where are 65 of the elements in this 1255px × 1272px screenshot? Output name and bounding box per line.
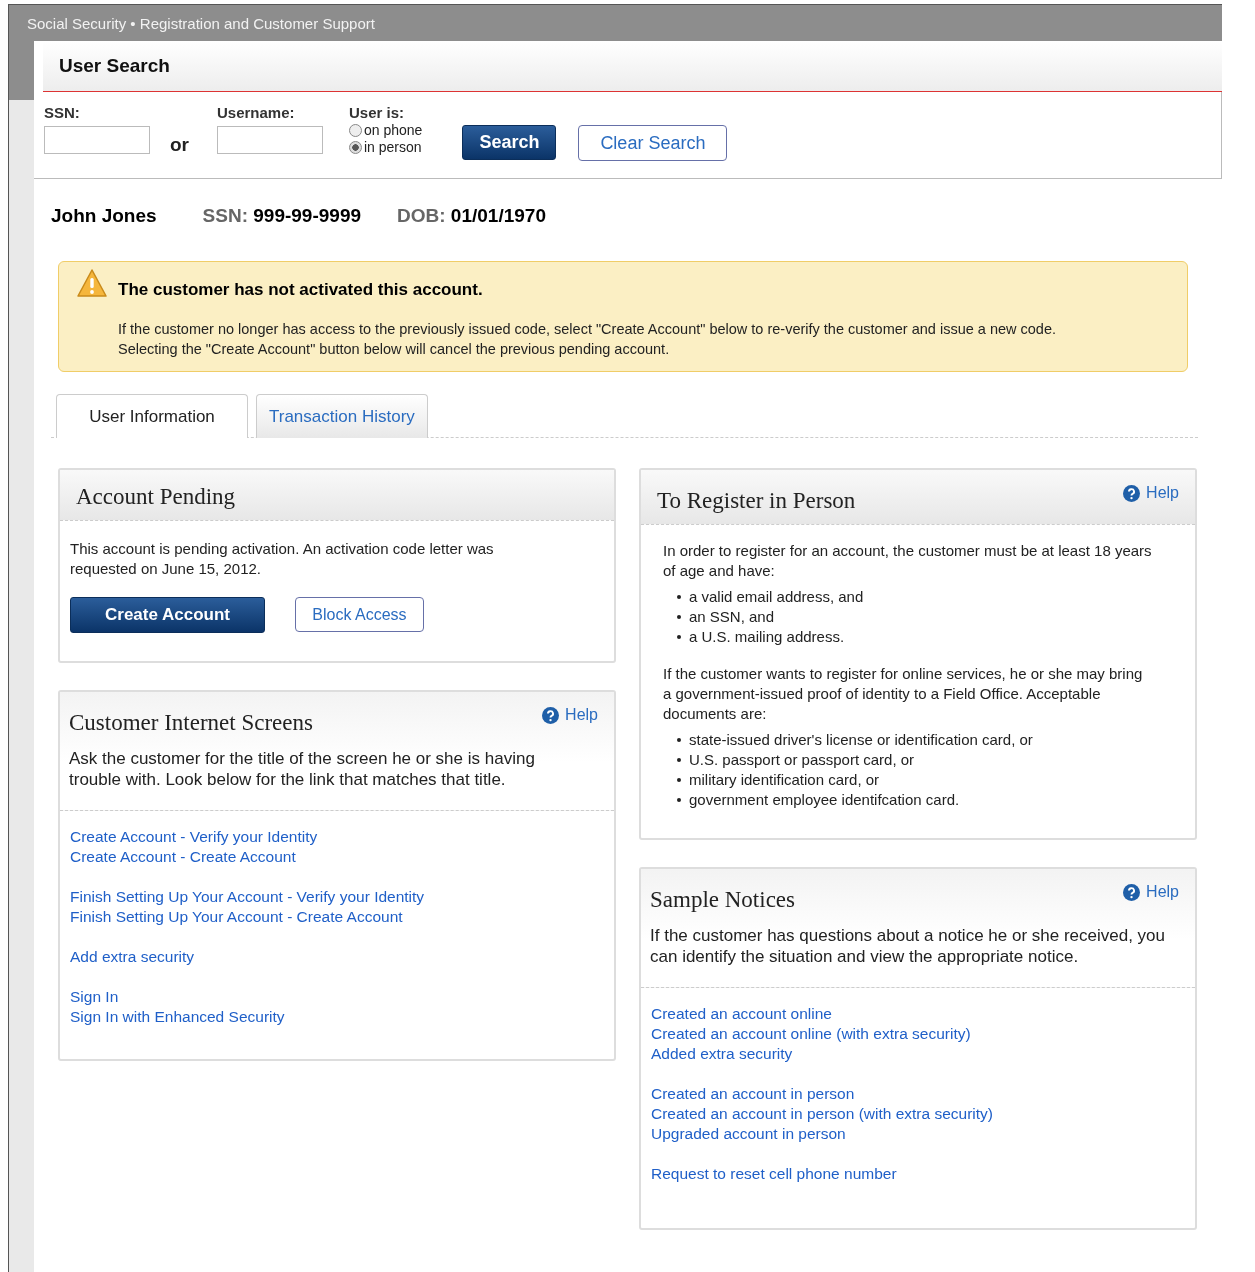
card-text: If the customer has questions about a notice he or she received, you can identify the situation and view the appropriate notice. bbox=[650, 925, 1167, 967]
notice-link[interactable]: Created an account in person (with extra security) bbox=[651, 1104, 994, 1124]
alert-title: The customer has not activated this account. bbox=[118, 280, 484, 300]
create-account-button[interactable]: Create Account bbox=[70, 597, 265, 633]
notice-link[interactable]: Created an account online bbox=[651, 1004, 832, 1024]
field-label: User is: bbox=[349, 104, 406, 121]
clear-search-button[interactable]: Clear Search bbox=[578, 125, 728, 161]
notice-link[interactable]: Upgraded account in person bbox=[651, 1124, 846, 1144]
or-label: or bbox=[170, 134, 189, 156]
bullet-icon bbox=[677, 635, 681, 639]
card-text: Ask the customer for the title of the screen he or she is having trouble with. Look below for the link that matches that title. bbox=[69, 748, 536, 790]
notice-link[interactable]: Created an account online (with extra security) bbox=[651, 1024, 971, 1044]
username-field[interactable] bbox=[217, 126, 323, 154]
bullet-icon bbox=[677, 615, 681, 619]
ssn-value: SSN: 999-99-9999 bbox=[202, 205, 362, 227]
help-link[interactable]: Help bbox=[1123, 883, 1179, 901]
card-text: In order to register for an account, the customer must be at least 18 years of age and have: bbox=[663, 541, 1153, 581]
field-label: Username: bbox=[217, 104, 296, 121]
tab[interactable]: Transaction History bbox=[256, 394, 428, 438]
card-title: Sample Notices bbox=[650, 887, 795, 913]
radio-option[interactable]: on phone bbox=[349, 122, 423, 138]
screen-link[interactable]: Sign In with Enhanced Security bbox=[70, 1007, 285, 1027]
list-item: a U.S. mailing address. bbox=[689, 627, 845, 647]
field-label: SSN: bbox=[44, 104, 81, 121]
screen-link[interactable]: Add extra security bbox=[70, 947, 195, 967]
help-link[interactable]: Help bbox=[542, 706, 598, 724]
section-title: User Search bbox=[59, 55, 170, 77]
list-item: U.S. passport or passport card, or bbox=[689, 750, 915, 770]
help-icon bbox=[1123, 484, 1141, 502]
bullet-icon bbox=[677, 798, 681, 802]
search-button[interactable]: Search bbox=[462, 125, 557, 160]
card-text: If the customer wants to register for online services, he or she may bring a government-issued proof of identity to a Field Office. Acceptable documents are: bbox=[663, 664, 1144, 724]
tab[interactable]: User Information bbox=[56, 394, 248, 438]
help-icon bbox=[542, 706, 560, 724]
radio-option[interactable]: in person bbox=[349, 139, 423, 155]
warning-icon bbox=[76, 268, 108, 298]
screen-link[interactable]: Finish Setting Up Your Account - Verify your Identity bbox=[70, 887, 425, 907]
app-title: Social Security • Registration and Customer Support bbox=[27, 14, 375, 32]
card-title: Customer Internet Screens bbox=[69, 710, 313, 736]
notice-link[interactable]: Added extra security bbox=[651, 1044, 793, 1064]
list-item: government employee identifcation card. bbox=[689, 790, 960, 810]
list-item: an SSN, and bbox=[689, 607, 775, 627]
bullet-icon bbox=[677, 595, 681, 599]
notice-link[interactable]: Created an account in person bbox=[651, 1084, 855, 1104]
alert-message: If the customer no longer has access to the previously issued code, select "Create Account" below to re-verify the customer and issue a new code. Selecting the "Create Account" button below will cancel the previous pending account. bbox=[118, 320, 1057, 359]
screen-link[interactable]: Sign In bbox=[70, 987, 119, 1007]
notice-link[interactable]: Request to reset cell phone number bbox=[651, 1164, 897, 1184]
help-icon bbox=[1123, 883, 1141, 901]
screen-link[interactable]: Finish Setting Up Your Account - Create Account bbox=[70, 907, 403, 927]
card-title: To Register in Person bbox=[657, 488, 856, 514]
bullet-icon bbox=[677, 758, 681, 762]
list-item: a valid email address, and bbox=[689, 587, 864, 607]
ssn-field[interactable] bbox=[44, 126, 150, 154]
bullet-icon bbox=[677, 778, 681, 782]
screen-link[interactable]: Create Account - Create Account bbox=[70, 847, 296, 867]
list-item: military identification card, or bbox=[689, 770, 880, 790]
list-item: state-issued driver's license or identification card, or bbox=[689, 730, 1033, 750]
customer-name: John Jones bbox=[51, 205, 157, 227]
bullet-icon bbox=[677, 738, 681, 742]
dob-value: DOB: 01/01/1970 bbox=[397, 205, 546, 227]
card-text: This account is pending activation. An activation code letter was requested on June 15, 2012. bbox=[70, 539, 495, 579]
card-title: Account Pending bbox=[76, 484, 236, 509]
help-link[interactable]: Help bbox=[1123, 484, 1179, 502]
block-access-button[interactable]: Block Access bbox=[295, 597, 424, 632]
screen-link[interactable]: Create Account - Verify your Identity bbox=[70, 827, 318, 847]
